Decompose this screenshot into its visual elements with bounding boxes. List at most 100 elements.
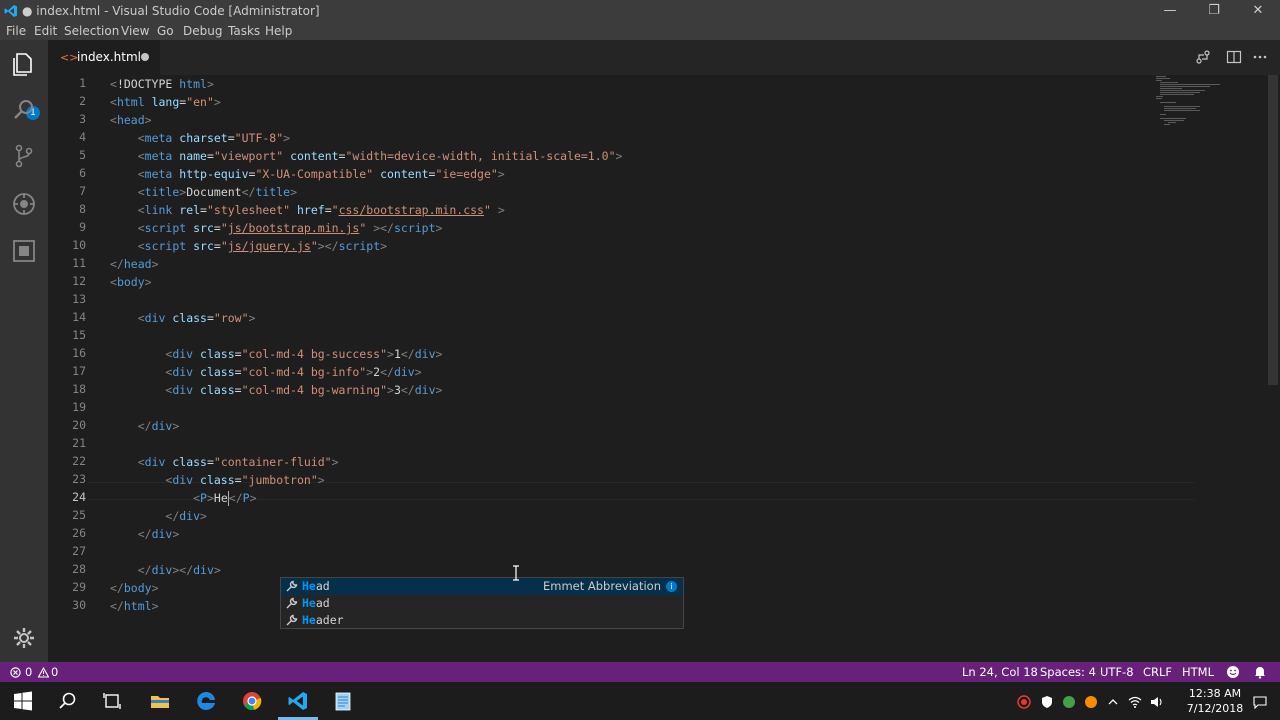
code-line[interactable]: <title>Document</title> — [110, 183, 297, 201]
more-actions-icon[interactable] — [1252, 49, 1268, 65]
defender-tray-icon[interactable] — [1040, 695, 1054, 709]
record-tray-icon[interactable] — [1017, 695, 1031, 709]
menu-go[interactable]: Go — [157, 24, 174, 38]
code-line[interactable]: </div></div> — [110, 561, 221, 579]
file-explorer-icon[interactable] — [149, 690, 171, 712]
code-line[interactable]: </div> — [110, 507, 207, 525]
indentation[interactable]: Spaces: 4 — [1040, 665, 1096, 679]
edge-browser-icon[interactable] — [195, 690, 217, 712]
code-token: "jumbotron" — [241, 473, 318, 487]
restore-button[interactable]: ❐ — [1192, 0, 1236, 22]
menu-edit[interactable]: Edit — [34, 24, 57, 38]
encoding[interactable]: UTF-8 — [1100, 665, 1134, 679]
code-token: class — [172, 311, 207, 325]
line-number: 9 — [79, 220, 86, 234]
code-line[interactable]: <div class="col-md-4 bg-info">2</div> — [110, 363, 421, 381]
code-line[interactable]: <body> — [110, 273, 152, 291]
menu-bar: File Edit Selection View Go Debug Tasks … — [0, 22, 1280, 40]
debug-icon[interactable] — [10, 190, 38, 218]
code-token: He — [213, 491, 228, 505]
code-token: < — [137, 455, 145, 469]
menu-selection[interactable]: Selection — [64, 24, 119, 38]
code-token: > — [144, 275, 152, 289]
code-line[interactable]: <div class="jumbotron"> — [110, 471, 324, 489]
menu-help[interactable]: Help — [265, 24, 292, 38]
code-line[interactable]: <html lang="en"> — [110, 93, 221, 111]
warning-count[interactable]: 0 — [51, 665, 58, 679]
chrome-browser-icon[interactable] — [241, 690, 263, 712]
code-line[interactable]: </div> — [110, 525, 180, 543]
suggestion-item[interactable]: Head Emmet Abbreviation i — [281, 578, 683, 595]
info-icon[interactable]: i — [666, 581, 677, 592]
code-token: </ — [165, 509, 180, 523]
code-line[interactable]: </html> — [110, 597, 159, 615]
notepad-icon[interactable] — [332, 690, 354, 712]
vscode-taskbar-icon[interactable] — [287, 690, 309, 712]
suggestion-item[interactable]: Header — [281, 612, 683, 629]
code-line[interactable]: <meta charset="UTF-8"> — [110, 129, 290, 147]
code-line[interactable]: <div class="container-fluid"> — [110, 453, 339, 471]
scrollbar-thumb[interactable] — [1268, 75, 1278, 385]
notification-bell-icon[interactable] — [1253, 665, 1267, 679]
chevron-up-icon[interactable] — [1106, 695, 1120, 709]
menu-file[interactable]: File — [6, 24, 26, 38]
source-control-icon[interactable] — [10, 142, 38, 170]
line-ending[interactable]: CRLF — [1143, 665, 1172, 679]
code-editor[interactable]: 1 2 3 4 5 6 7 8 9 10 11 12 13 14 15 16 17 18 19 20 21 22 23 24 2… — [48, 75, 1280, 662]
language-mode[interactable]: HTML — [1182, 665, 1214, 679]
code-line[interactable]: <div class="row"> — [110, 309, 256, 327]
code-line[interactable]: <script src="js/jquery.js"></script> — [110, 237, 387, 255]
split-editor-icon[interactable] — [1226, 49, 1242, 65]
cursor-position[interactable]: Ln 24, Col 18 — [962, 665, 1038, 679]
task-view-icon[interactable] — [101, 690, 123, 712]
settings-gear-icon[interactable] — [10, 624, 38, 652]
taskbar-clock[interactable]: 12:38 AM 7/12/2018 — [1170, 686, 1260, 716]
suggestion-match: He — [302, 613, 316, 627]
volume-icon[interactable] — [1150, 695, 1164, 709]
code-token: div — [151, 527, 173, 541]
suggestion-item[interactable]: Head — [281, 595, 683, 612]
code-line[interactable]: <script src="js/bootstrap.min.js" ></scr… — [110, 219, 443, 237]
code-line[interactable]: <!DOCTYPE html> — [110, 75, 214, 93]
code-line[interactable]: <meta http-equiv="X-UA-Compatible" conte… — [110, 165, 505, 183]
window-title: ● index.html - Visual Studio Code [Admin… — [22, 4, 320, 18]
unsaved-dot-icon[interactable] — [141, 53, 149, 61]
wifi-icon[interactable] — [1128, 695, 1142, 709]
minimap[interactable] — [1154, 75, 1234, 135]
action-center-icon[interactable] — [1253, 695, 1267, 709]
menu-debug[interactable]: Debug — [183, 24, 222, 38]
code-line[interactable]: <div class="col-md-4 bg-warning">3</div> — [110, 381, 442, 399]
error-count[interactable]: 0 — [25, 665, 32, 679]
code-line[interactable]: <div class="col-md-4 bg-success">1</div> — [110, 345, 442, 363]
app-tray-icon[interactable] — [1084, 695, 1098, 709]
code-line[interactable]: </head> — [110, 255, 159, 273]
code-area[interactable]: <!DOCTYPE html> <html lang="en"> <head> <m… — [110, 75, 1200, 662]
code-line[interactable]: <meta name="viewport" content="width=dev… — [110, 147, 623, 165]
code-line[interactable]: <link rel="stylesheet" href="css/bootstr… — [110, 201, 505, 219]
extensions-icon[interactable] — [10, 237, 38, 265]
windows-start-icon[interactable] — [12, 690, 34, 712]
network-status-tray-icon[interactable] — [1062, 695, 1076, 709]
minimize-button[interactable]: — — [1148, 0, 1192, 22]
menu-tasks[interactable]: Tasks — [228, 24, 260, 38]
code-line[interactable]: </div> — [110, 417, 180, 435]
error-icon[interactable] — [10, 667, 21, 678]
close-button[interactable]: ✕ — [1236, 0, 1280, 22]
tab-index-html[interactable]: <> index.html — [48, 40, 160, 75]
code-token: > — [249, 491, 257, 505]
vertical-scrollbar[interactable] — [1268, 75, 1280, 662]
search-icon[interactable] — [10, 96, 38, 124]
open-changes-icon[interactable] — [1195, 49, 1211, 65]
menu-view[interactable]: View — [121, 24, 149, 38]
code-line[interactable]: <P>He</P> — [110, 489, 257, 507]
warning-icon[interactable] — [38, 667, 49, 678]
taskbar-search-icon[interactable] — [57, 690, 79, 712]
explorer-icon[interactable] — [10, 50, 38, 78]
code-line[interactable]: <head> — [110, 111, 152, 129]
smiley-feedback-icon[interactable] — [1226, 665, 1240, 679]
code-line[interactable]: </body> — [110, 579, 159, 597]
